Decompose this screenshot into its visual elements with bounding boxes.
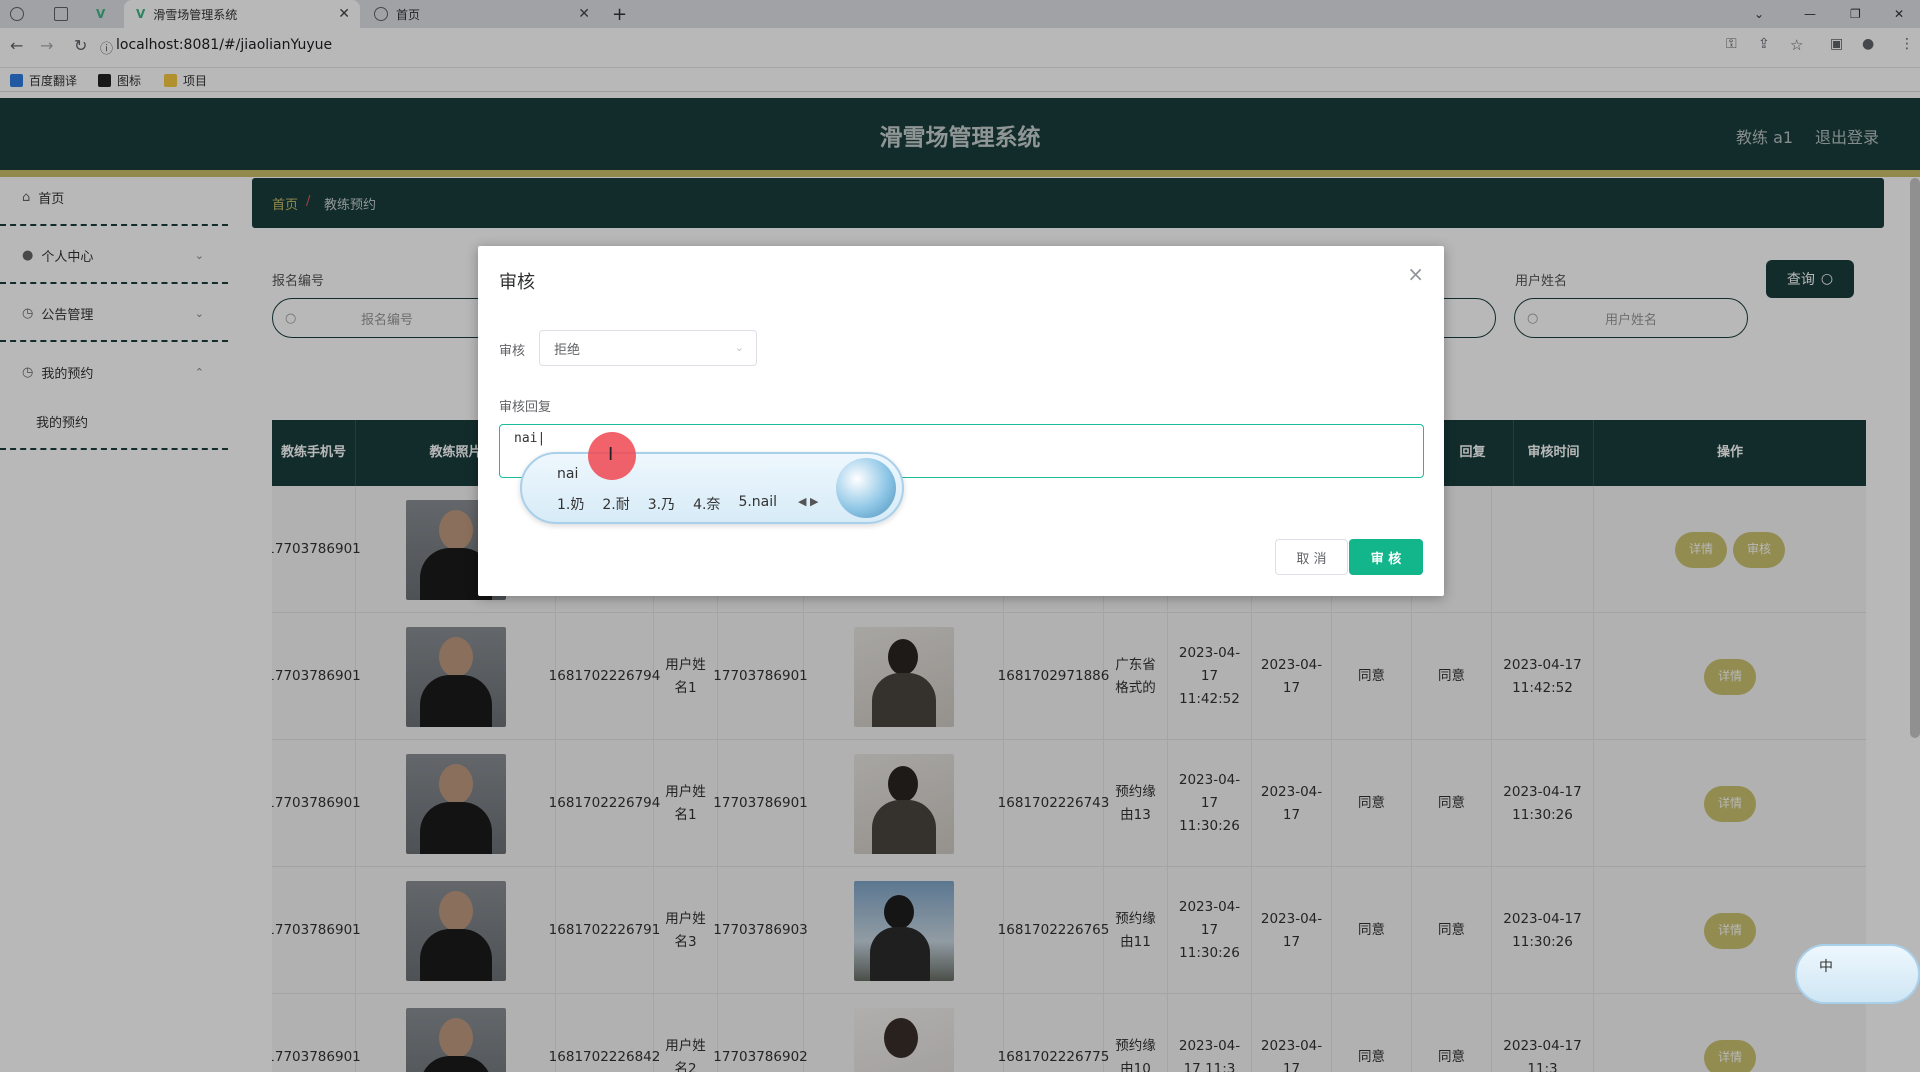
ime-candidate[interactable]: 1.奶 <box>557 494 584 514</box>
ime-status-bar[interactable]: 中 <box>1795 944 1920 1004</box>
ime-candidates: 1.奶 2.耐 3.乃 4.奈 5.nail <box>557 494 777 514</box>
ime-page-arrows-icon[interactable]: ◀ ▶ <box>798 495 818 508</box>
audit-submit-button[interactable]: 审 核 <box>1349 539 1423 575</box>
ime-candidate[interactable]: 3.乃 <box>648 494 675 514</box>
ime-candidate[interactable]: 5.nail <box>738 494 777 514</box>
ime-composition: nai <box>557 466 579 482</box>
text-cursor-icon: I <box>608 444 614 465</box>
ime-candidate[interactable]: 2.耐 <box>602 494 629 514</box>
audit-dialog: 审核 × 审核 拒绝 ⌄ 审核回复 nai | 取 消 审 核 <box>478 246 1444 596</box>
close-icon[interactable]: × <box>1407 262 1424 286</box>
dialog-title: 审核 <box>499 272 535 293</box>
cancel-button[interactable]: 取 消 <box>1275 539 1348 575</box>
ime-candidate[interactable]: 4.奈 <box>693 494 720 514</box>
chevron-down-icon: ⌄ <box>734 341 744 354</box>
ime-candidate-window: nai 1.奶 2.耐 3.乃 4.奈 5.nail ◀ ▶ <box>520 452 904 524</box>
ime-orb-icon <box>836 458 896 518</box>
audit-select[interactable]: 拒绝 ⌄ <box>539 330 757 366</box>
reply-label: 审核回复 <box>499 400 552 415</box>
text-caret: | <box>537 431 546 446</box>
audit-label: 审核 <box>499 344 526 359</box>
